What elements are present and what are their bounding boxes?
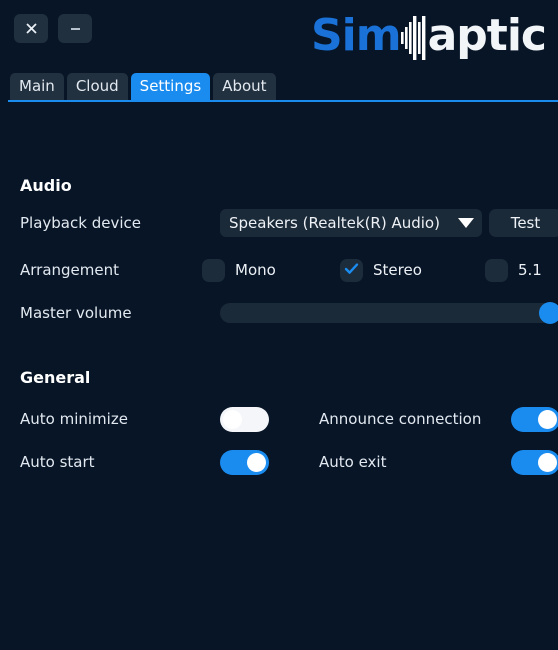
arrangement-label: Arrangement <box>20 261 120 279</box>
tab-bar: Main Cloud Settings About <box>0 72 558 102</box>
master-volume-slider[interactable] <box>220 302 558 324</box>
tab-main[interactable]: Main <box>10 73 64 100</box>
toggle-auto-exit[interactable] <box>511 449 558 475</box>
auto-exit-label: Auto exit <box>319 453 387 471</box>
toggle-knob <box>247 452 266 472</box>
master-volume-label: Master volume <box>20 304 132 322</box>
playback-device-select[interactable]: Speakers (Realtek(R) Audio) <box>220 209 482 237</box>
tab-underline <box>8 100 558 102</box>
toggle-auto-start[interactable] <box>220 449 269 475</box>
arrangement-option-51[interactable]: 5.1 <box>485 258 542 282</box>
minimize-icon <box>68 21 83 36</box>
playback-device-value: Speakers (Realtek(R) Audio) <box>229 214 440 232</box>
audio-section-header: Audio <box>20 170 542 200</box>
arrangement-option-mono[interactable]: Mono <box>202 258 276 282</box>
auto-minimize-label: Auto minimize <box>20 410 128 428</box>
slider-handle[interactable] <box>539 302 558 324</box>
checkmark-icon <box>343 260 360 281</box>
general-section-title: General <box>20 367 91 387</box>
arrangement-row: Arrangement Mono Stereo 5.1 <box>20 255 542 285</box>
checkbox-stereo-label: Stereo <box>373 261 422 279</box>
tab-about[interactable]: About <box>213 73 276 100</box>
toggle-auto-minimize[interactable] <box>220 406 269 432</box>
chevron-down-icon <box>458 218 474 228</box>
slider-track <box>220 303 558 323</box>
title-bar: Sim aptic <box>0 0 558 72</box>
test-audio-button[interactable]: Test <box>489 209 558 237</box>
logo-waveform-h-icon <box>400 16 427 60</box>
auto-start-row: Auto start Auto exit <box>20 447 558 477</box>
checkbox-mono[interactable] <box>202 258 225 282</box>
window-controls <box>14 14 92 43</box>
auto-minimize-row: Auto minimize Announce connection <box>20 404 558 434</box>
general-section-header: General <box>20 362 542 392</box>
tab-cloud[interactable]: Cloud <box>66 73 128 100</box>
toggle-knob <box>223 409 242 429</box>
minimize-button[interactable] <box>58 14 92 43</box>
announce-connection-label: Announce connection <box>319 410 482 428</box>
playback-device-row: Playback device Speakers (Realtek(R) Aud… <box>20 208 558 238</box>
toggle-knob <box>538 452 557 472</box>
checkbox-51-label: 5.1 <box>518 261 542 279</box>
toggle-announce-connection[interactable] <box>511 406 558 432</box>
logo-text-sim: Sim <box>310 10 402 61</box>
arrangement-option-stereo[interactable]: Stereo <box>340 258 422 282</box>
close-button[interactable] <box>14 14 48 43</box>
audio-section-title: Audio <box>20 175 72 195</box>
tab-settings[interactable]: Settings <box>130 73 211 100</box>
close-icon <box>24 21 39 36</box>
auto-start-label: Auto start <box>20 453 95 471</box>
app-logo: Sim aptic <box>310 8 547 64</box>
checkbox-stereo[interactable] <box>340 258 363 282</box>
logo-text-aptic: aptic <box>427 10 547 61</box>
playback-device-label: Playback device <box>20 214 141 232</box>
toggle-knob <box>538 409 557 429</box>
checkbox-51[interactable] <box>485 258 508 282</box>
checkbox-mono-label: Mono <box>235 261 276 279</box>
master-volume-row: Master volume <box>20 298 558 328</box>
